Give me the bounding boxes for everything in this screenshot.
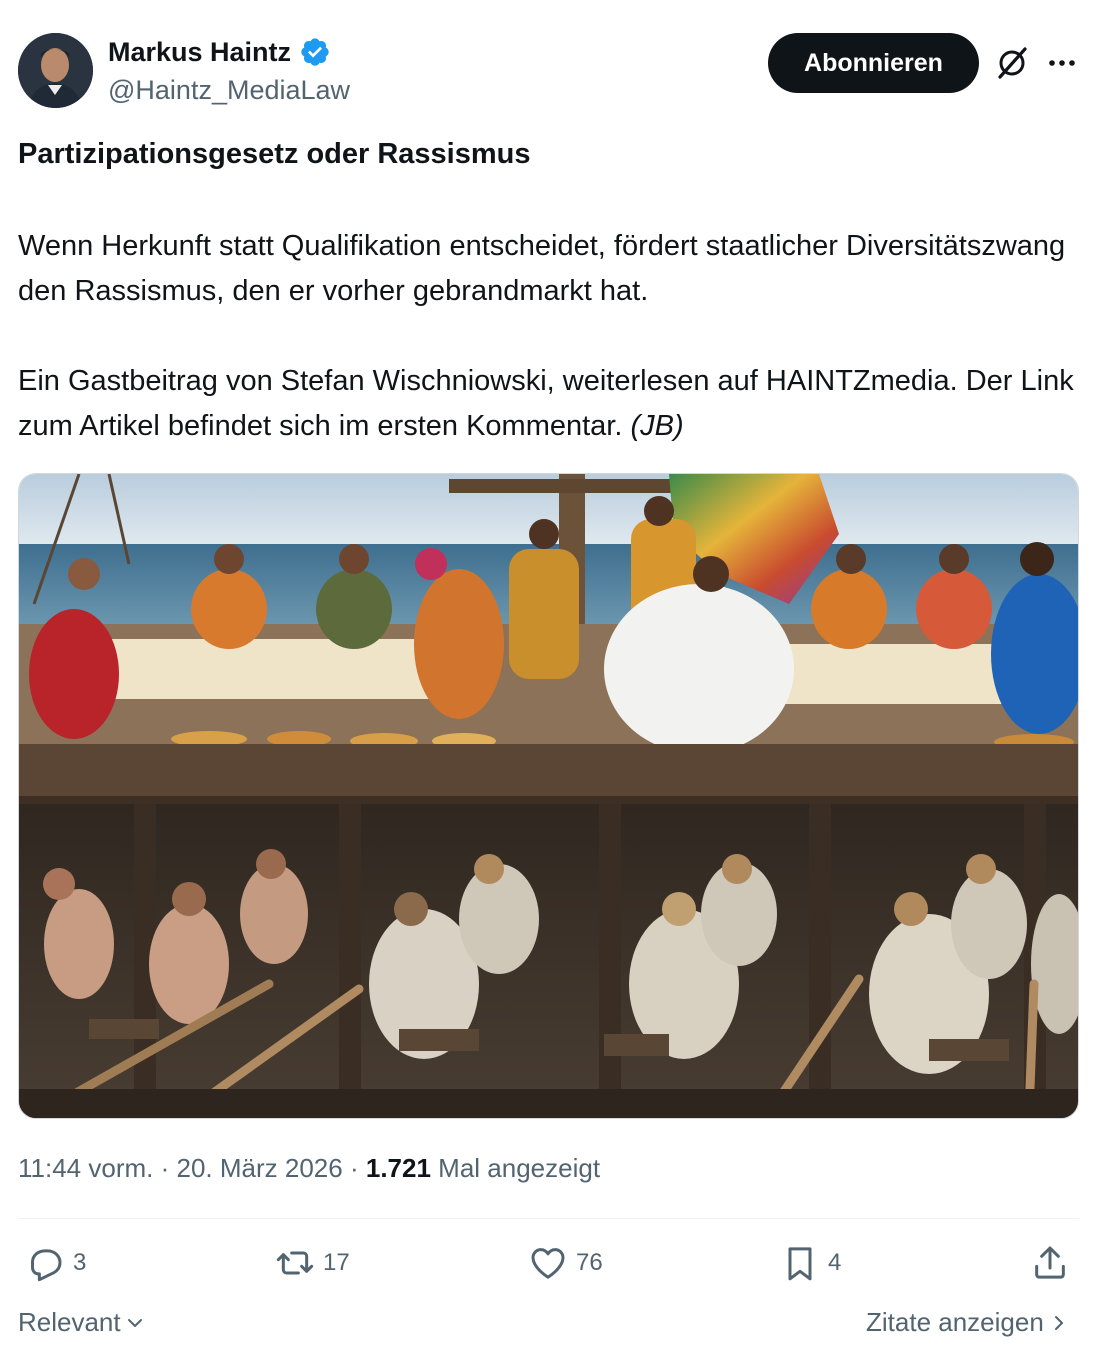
post-time[interactable]: 11:44 vorm. xyxy=(18,1153,153,1183)
avatar[interactable] xyxy=(18,33,93,108)
avatar-portrait xyxy=(18,33,93,108)
meta-separator-2: · xyxy=(349,1153,359,1183)
post-paragraph-2: Ein Gastbeitrag von Stefan Wischniowski,… xyxy=(18,359,1088,449)
author-handle[interactable]: @Haintz_MediaLaw xyxy=(108,75,350,106)
reply-button[interactable]: 3 xyxy=(25,1243,86,1283)
post-paragraph-2-text: Ein Gastbeitrag von Stefan Wischniowski,… xyxy=(18,365,1074,442)
post-signature: (JB) xyxy=(630,410,684,442)
view-quotes-link[interactable]: Zitate anzeigen xyxy=(866,1307,1068,1338)
like-count: 76 xyxy=(576,1249,603,1276)
bookmark-count: 4 xyxy=(828,1249,842,1276)
follow-button[interactable]: Abonnieren xyxy=(768,33,979,93)
views-label: Mal angezeigt xyxy=(438,1153,601,1183)
views-count: 1.721 xyxy=(365,1153,431,1183)
bookmark-icon xyxy=(788,1247,812,1281)
chevron-right-icon xyxy=(1054,1315,1063,1330)
post-title: Partizipationsgesetz oder Rassismus xyxy=(18,138,531,170)
post-paragraph-1: Wenn Herkunft statt Qualifikation entsch… xyxy=(18,230,1066,307)
post-meta: 11:44 vorm. · 20. März 2026 · 1.721 Mal … xyxy=(18,1153,600,1184)
reply-count: 3 xyxy=(73,1249,87,1276)
repost-icon xyxy=(276,1251,314,1275)
post-image[interactable] xyxy=(18,473,1079,1119)
quotes-label: Zitate anzeigen xyxy=(866,1307,1044,1337)
bookmark-button[interactable]: 4 xyxy=(780,1243,841,1283)
sort-dropdown[interactable]: Relevant xyxy=(18,1307,145,1338)
chevron-down-icon xyxy=(127,1318,142,1327)
share-icon xyxy=(1035,1246,1065,1279)
author-name-row[interactable]: Markus Haintz xyxy=(108,36,331,68)
post-image-illustration xyxy=(19,474,1078,1118)
grok-icon[interactable] xyxy=(993,44,1031,82)
divider xyxy=(18,1218,1079,1219)
share-button[interactable] xyxy=(1030,1243,1070,1283)
meta-separator: · xyxy=(160,1153,170,1183)
author-display-name[interactable]: Markus Haintz xyxy=(108,37,291,68)
post-date[interactable]: 20. März 2026 xyxy=(177,1153,343,1183)
repost-count: 17 xyxy=(323,1249,350,1276)
repost-button[interactable]: 17 xyxy=(275,1243,350,1283)
reply-icon xyxy=(31,1249,62,1282)
like-button[interactable]: 76 xyxy=(528,1243,603,1283)
sort-label: Relevant xyxy=(18,1307,121,1337)
heart-icon xyxy=(531,1248,565,1279)
more-icon[interactable] xyxy=(1045,48,1079,78)
verified-badge-icon xyxy=(301,38,329,66)
